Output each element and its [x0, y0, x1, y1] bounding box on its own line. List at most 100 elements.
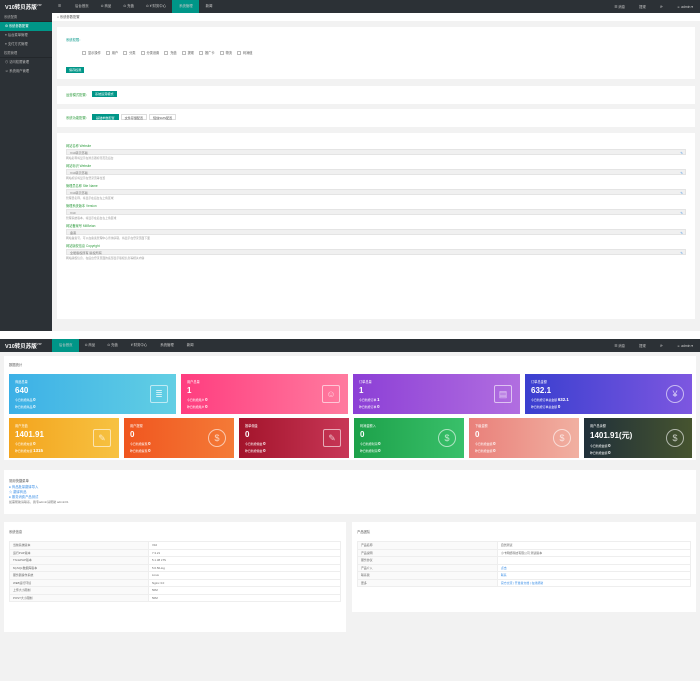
field-input[interactable]: V10转贝苏版 ✎	[66, 189, 686, 195]
tile-icon: ☺	[322, 385, 340, 403]
row-value[interactable]: 联系	[496, 571, 692, 580]
field-title: 管理系统版本 Version	[66, 204, 97, 208]
checkbox-square[interactable]	[164, 50, 169, 55]
field-input[interactable]: V10转贝苏版 ✎	[66, 149, 686, 155]
table-row: 产品介入 点击	[357, 563, 692, 572]
permission-checkbox[interactable]: 推广卡	[199, 50, 215, 55]
save-permission-button[interactable]: 保存权限	[66, 67, 85, 73]
nav-item[interactable]: ⊙商品	[95, 0, 118, 13]
table-row: 上传大小限制 50M	[8, 586, 341, 595]
field-title: 网站备案号 MIIBeian	[66, 224, 96, 228]
form-field: 网站标识 Website V10转贝苏版 ✎ 网站标识将显示在登录页等位置	[66, 163, 686, 180]
stat-tile[interactable]: 用户总量 1 今日新增用户 0 昨日新增用户 0 ☺	[181, 374, 348, 414]
header-action[interactable]: ☺ admin ▾	[670, 5, 700, 9]
stat-tile[interactable]: 用户提现 0 今日新增提现 0 昨日新增提现 0 $	[124, 418, 234, 458]
table-row: ThinkPHP版本 5.1.38 LTS	[8, 556, 341, 565]
field-input[interactable]: V10转贝苏版 ✎	[66, 169, 686, 175]
nav-item[interactable]: ⊙商品	[79, 339, 102, 352]
nav-item[interactable]: 系统管理	[172, 0, 199, 13]
permission-checkbox[interactable]: 利润值	[236, 50, 253, 55]
field-hint: 管理员名称，将显示在后台左上角区域	[66, 196, 114, 200]
tile-sub-label: 今日新增佣金	[245, 442, 263, 446]
tile-icon: $	[208, 429, 226, 447]
nav-label: 系统管理	[179, 4, 193, 8]
nav-label: 充值	[111, 343, 118, 347]
row-value[interactable]: 点击	[496, 563, 692, 572]
config-tab[interactable]: 基础参数配置	[92, 114, 119, 120]
header-action[interactable]: ⟳	[653, 5, 670, 9]
checkbox-square[interactable]	[219, 50, 224, 55]
tile-sub-label: 昨日新增佣金	[245, 449, 263, 453]
nav-item[interactable]: ¥ 财务中心	[124, 339, 153, 352]
nav-item[interactable]: 后台首页	[68, 0, 95, 13]
header-action[interactable]: 提现	[632, 343, 653, 348]
checkbox-square[interactable]	[181, 50, 186, 55]
stat-tile[interactable]: 订单总金额 632.1 今日新增订单总金额 632.1 昨日新增订单总金额 0 ¥	[525, 374, 692, 414]
nav-item[interactable]: ☰	[52, 0, 68, 13]
config-tab[interactable]: 短信SMS配置	[149, 114, 177, 120]
header-action[interactable]: 提现	[632, 4, 653, 9]
tile-title: 推单佣金	[245, 424, 258, 428]
sidebar-item[interactable]: ⚙ 系统参数配置	[0, 22, 52, 31]
config-tab[interactable]: 文件存储配置	[120, 114, 148, 120]
nav-item[interactable]: ⊙¥ 财务中心	[140, 0, 172, 13]
edit-icon[interactable]: ✎	[680, 210, 683, 216]
sidebar-item[interactable]: ☺ 系统用户管理	[0, 67, 52, 76]
stat-tile[interactable]: 利润金额入 0 今日新增利润 0 昨日新增利润 0 $	[354, 418, 464, 458]
permission-checkbox[interactable]: 显示操作	[82, 50, 101, 55]
tile-sub: 昨日新增商品 0	[15, 404, 176, 409]
checkbox-square[interactable]	[199, 50, 203, 55]
nav-item[interactable]: 新闻	[199, 0, 219, 13]
sidebar-item[interactable]: ⊙ 访问权限管理	[0, 58, 52, 67]
row-key: WEB运行环境	[8, 578, 150, 587]
nav-item[interactable]: 新闻	[180, 339, 200, 352]
stat-tile[interactable]: 商品总量 640 今日新增商品 0 昨日新增商品 0 ≣	[9, 374, 176, 414]
permission-checkbox[interactable]: 分类	[123, 50, 136, 55]
edit-icon[interactable]: ✎	[680, 250, 683, 256]
checkbox-label: 分类	[129, 51, 136, 55]
row-value[interactable]: 官方交流 | 开发者文档 | 在线帮助	[496, 578, 692, 587]
row-value: Linux	[148, 571, 341, 580]
header-action[interactable]: ⟳	[653, 344, 670, 348]
permission-checkbox[interactable]: 物流	[219, 50, 232, 55]
tile-sub-label: 今日新增利润	[360, 442, 378, 446]
permission-checkbox[interactable]: 提现	[181, 50, 194, 55]
header-action[interactable]: ☰ 消息	[607, 4, 632, 9]
stat-tile[interactable]: 订单总量 1 今日新增订单 1 昨日新增订单 0 ▤	[353, 374, 520, 414]
field-input[interactable]: V10 ✎	[66, 209, 686, 215]
edit-icon[interactable]: ✎	[680, 150, 683, 156]
checkbox-square[interactable]	[82, 50, 86, 55]
permission-checkbox[interactable]: 用户	[105, 50, 118, 55]
sidebar-item[interactable]: ≡ 后台菜单管理	[0, 31, 52, 40]
field-input[interactable]: 全能版权所有 版权所有 ✎	[66, 249, 686, 255]
main-content: ⌂ 系统参数配置 系统权限： 显示操作 用户 分类 分类设置 充值 提现 推广卡 物流 利润值 …	[52, 13, 700, 331]
header-action[interactable]: ☺ admin ▾	[670, 344, 700, 348]
edit-icon[interactable]: ✎	[680, 170, 683, 176]
nav-item[interactable]: 系统管理	[153, 339, 180, 352]
edit-icon[interactable]: ✎	[680, 190, 683, 196]
stat-tile[interactable]: 推单佣金 0 今日新增佣金 0 昨日新增佣金 0 ✎	[239, 418, 349, 458]
permission-checkbox[interactable]: 充值	[164, 50, 177, 55]
mode-button[interactable]: 系统运营模式	[92, 91, 117, 97]
sidebar-item[interactable]: ≡ 支付方式管理	[0, 40, 52, 49]
field-input[interactable]: 备案 ✎	[66, 229, 686, 235]
tile-sub-label: 昨日新增订单	[359, 405, 377, 409]
field-hint: 网站名称将显示在浏览器标签页及后台	[66, 156, 114, 160]
edit-icon[interactable]: ✎	[680, 230, 683, 236]
checkbox-square[interactable]	[105, 50, 110, 55]
checkbox-square[interactable]	[123, 50, 128, 55]
checkbox-square[interactable]	[236, 50, 241, 55]
table-row: 联系我 联系	[357, 571, 692, 580]
nav-item[interactable]: ⊙充值	[101, 339, 124, 352]
row-key: MySQL数据库版本	[8, 563, 150, 572]
stat-tile[interactable]: 用户总余额 1401.91(元) 今日新增金额 0 昨日新增金额 0 $	[584, 418, 692, 458]
header-action[interactable]: ☰ 消息	[607, 343, 632, 348]
mode-card: 运营模式配置： 系统运营模式	[57, 86, 695, 104]
stat-tile[interactable]: 下级金额 0 今日新增金额 0 昨日新增金额 0 $	[469, 418, 579, 458]
permission-checkbox[interactable]: 分类设置	[140, 50, 159, 55]
nav-item[interactable]: 后台首页	[52, 339, 79, 352]
stat-tile[interactable]: 用户充值 1401.91 今日新增充值 0 昨日新增充值 1315 ✎	[9, 418, 119, 458]
checkbox-square[interactable]	[140, 50, 145, 55]
tile-title: 利润金额入	[360, 424, 376, 428]
nav-item[interactable]: ⊙充值	[117, 0, 140, 13]
